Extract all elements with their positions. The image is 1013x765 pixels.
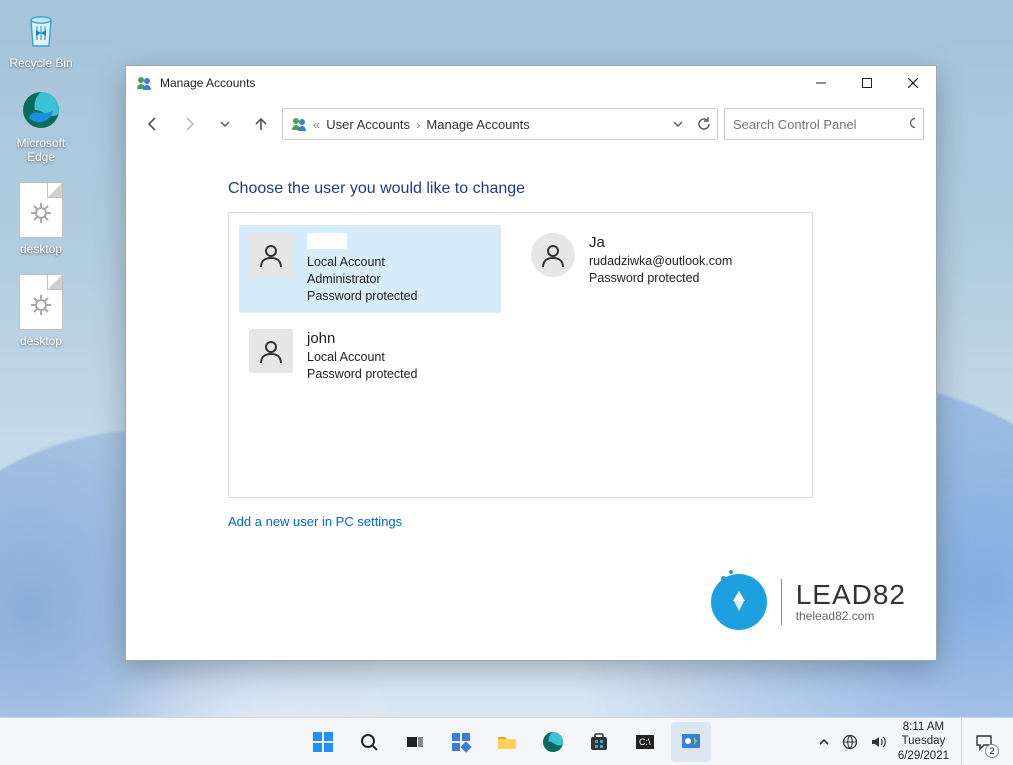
desktop-icon-file-1[interactable]: desktop	[6, 182, 76, 256]
divider	[781, 579, 782, 625]
desktop-icon-label: desktop	[20, 242, 62, 256]
clock-day: Tuesday	[898, 734, 949, 748]
notification-badge: 2	[985, 744, 999, 758]
taskbar-widgets[interactable]	[441, 722, 481, 762]
avatar	[531, 233, 575, 277]
nav-back-button[interactable]	[138, 109, 168, 139]
account-name: john	[307, 329, 417, 349]
account-password-status: Password protected	[307, 366, 417, 383]
edge-icon	[19, 88, 63, 132]
desktop-icon-file-2[interactable]: desktop	[6, 274, 76, 348]
toolbar: « User Accounts › Manage Accounts	[126, 100, 936, 148]
close-button[interactable]	[890, 66, 936, 100]
recycle-bin-icon	[19, 8, 63, 52]
desktop-icon-label: Microsoft Edge	[17, 136, 66, 164]
avatar	[249, 329, 293, 373]
taskbar-control-panel[interactable]	[671, 722, 711, 762]
titlebar[interactable]: Manage Accounts	[126, 66, 936, 100]
svg-text:C:\: C:\	[639, 737, 651, 747]
add-user-link[interactable]: Add a new user in PC settings	[228, 514, 402, 529]
account-name: Ja	[589, 233, 732, 253]
clock-time: 8:11 AM	[898, 720, 949, 734]
nav-recent-button[interactable]	[210, 109, 240, 139]
address-bar[interactable]: « User Accounts › Manage Accounts	[282, 108, 718, 140]
control-panel-icon	[680, 731, 702, 753]
account-password-status: Password protected	[307, 288, 417, 305]
ini-file-icon	[19, 274, 63, 330]
window-title: Manage Accounts	[160, 76, 255, 90]
taskbar-edge[interactable]	[533, 722, 573, 762]
account-card[interactable]: Ja rudadziwka@outlook.com Password prote…	[521, 225, 783, 313]
edge-icon	[542, 731, 564, 753]
search-icon[interactable]	[909, 117, 915, 131]
watermark-brand: LEAD82	[796, 581, 906, 609]
taskbar[interactable]: C:\ 8:11 AM Tuesday 6/29/2021 2	[0, 717, 1013, 765]
account-card[interactable]: john Local Account Password protected	[239, 321, 501, 391]
chevron-down-icon[interactable]	[673, 119, 683, 129]
desktop-icon-edge[interactable]: Microsoft Edge	[6, 88, 76, 164]
maximize-button[interactable]	[844, 66, 890, 100]
account-type: Local Account	[307, 254, 417, 271]
person-icon	[257, 241, 285, 269]
breadcrumb-chevron-icon[interactable]: ›	[416, 117, 420, 132]
terminal-icon: C:\	[634, 731, 656, 753]
breadcrumb-separator: «	[313, 117, 320, 132]
network-icon[interactable]	[842, 734, 858, 750]
store-icon	[588, 731, 610, 753]
account-role: Administrator	[307, 271, 417, 288]
widgets-icon	[450, 731, 472, 753]
minimize-button[interactable]	[798, 66, 844, 100]
avatar	[249, 233, 293, 277]
account-name	[307, 233, 347, 249]
arrow-up-icon	[253, 116, 269, 132]
watermark-url: thelead82.com	[796, 609, 906, 623]
taskbar-taskview[interactable]	[395, 722, 435, 762]
account-email: rudadziwka@outlook.com	[589, 253, 732, 270]
chevron-down-icon	[220, 119, 230, 129]
taskbar-explorer[interactable]	[487, 722, 527, 762]
person-icon	[539, 241, 567, 269]
account-password-status: Password protected	[589, 270, 732, 287]
search-bar[interactable]	[724, 108, 924, 140]
task-view-icon	[405, 732, 425, 752]
search-icon	[359, 732, 379, 752]
clock-date: 6/29/2021	[898, 749, 949, 763]
person-icon	[257, 337, 285, 365]
breadcrumb-item-1[interactable]: User Accounts	[326, 117, 410, 132]
accounts-list: Local Account Administrator Password pro…	[228, 212, 813, 498]
start-button[interactable]	[303, 722, 343, 762]
refresh-icon[interactable]	[697, 117, 711, 131]
ini-file-icon	[19, 182, 63, 238]
nav-up-button[interactable]	[246, 109, 276, 139]
nav-forward-button[interactable]	[174, 109, 204, 139]
desktop-icon-recycle-bin[interactable]: Recycle Bin	[6, 8, 76, 70]
arrow-right-icon	[181, 116, 197, 132]
taskbar-terminal[interactable]: C:\	[625, 722, 665, 762]
taskbar-search[interactable]	[349, 722, 389, 762]
desktop-icon-label: desktop	[20, 334, 62, 348]
maximize-icon	[862, 78, 872, 88]
minimize-icon	[816, 78, 826, 88]
desktop-icon-label: Recycle Bin	[9, 56, 72, 70]
windows-logo-icon	[311, 730, 335, 754]
lead82-logo-icon	[711, 574, 767, 630]
breadcrumb-item-2[interactable]: Manage Accounts	[426, 117, 529, 132]
account-type: Local Account	[307, 349, 417, 366]
close-icon	[908, 78, 918, 88]
manage-accounts-window: Manage Accounts « User Accounts › Manage…	[125, 65, 937, 661]
taskbar-clock[interactable]: 8:11 AM Tuesday 6/29/2021	[898, 720, 949, 763]
user-accounts-icon	[291, 116, 307, 132]
notification-center[interactable]: 2	[961, 718, 1005, 765]
volume-icon[interactable]	[870, 734, 886, 750]
page-heading: Choose the user you would like to change	[228, 180, 896, 198]
tray-overflow-icon[interactable]	[818, 736, 830, 748]
folder-icon	[496, 731, 518, 753]
search-input[interactable]	[733, 117, 909, 132]
account-card[interactable]: Local Account Administrator Password pro…	[239, 225, 501, 313]
watermark: LEAD82 thelead82.com	[711, 574, 906, 630]
taskbar-store[interactable]	[579, 722, 619, 762]
arrow-left-icon	[145, 116, 161, 132]
user-accounts-icon	[136, 75, 152, 91]
